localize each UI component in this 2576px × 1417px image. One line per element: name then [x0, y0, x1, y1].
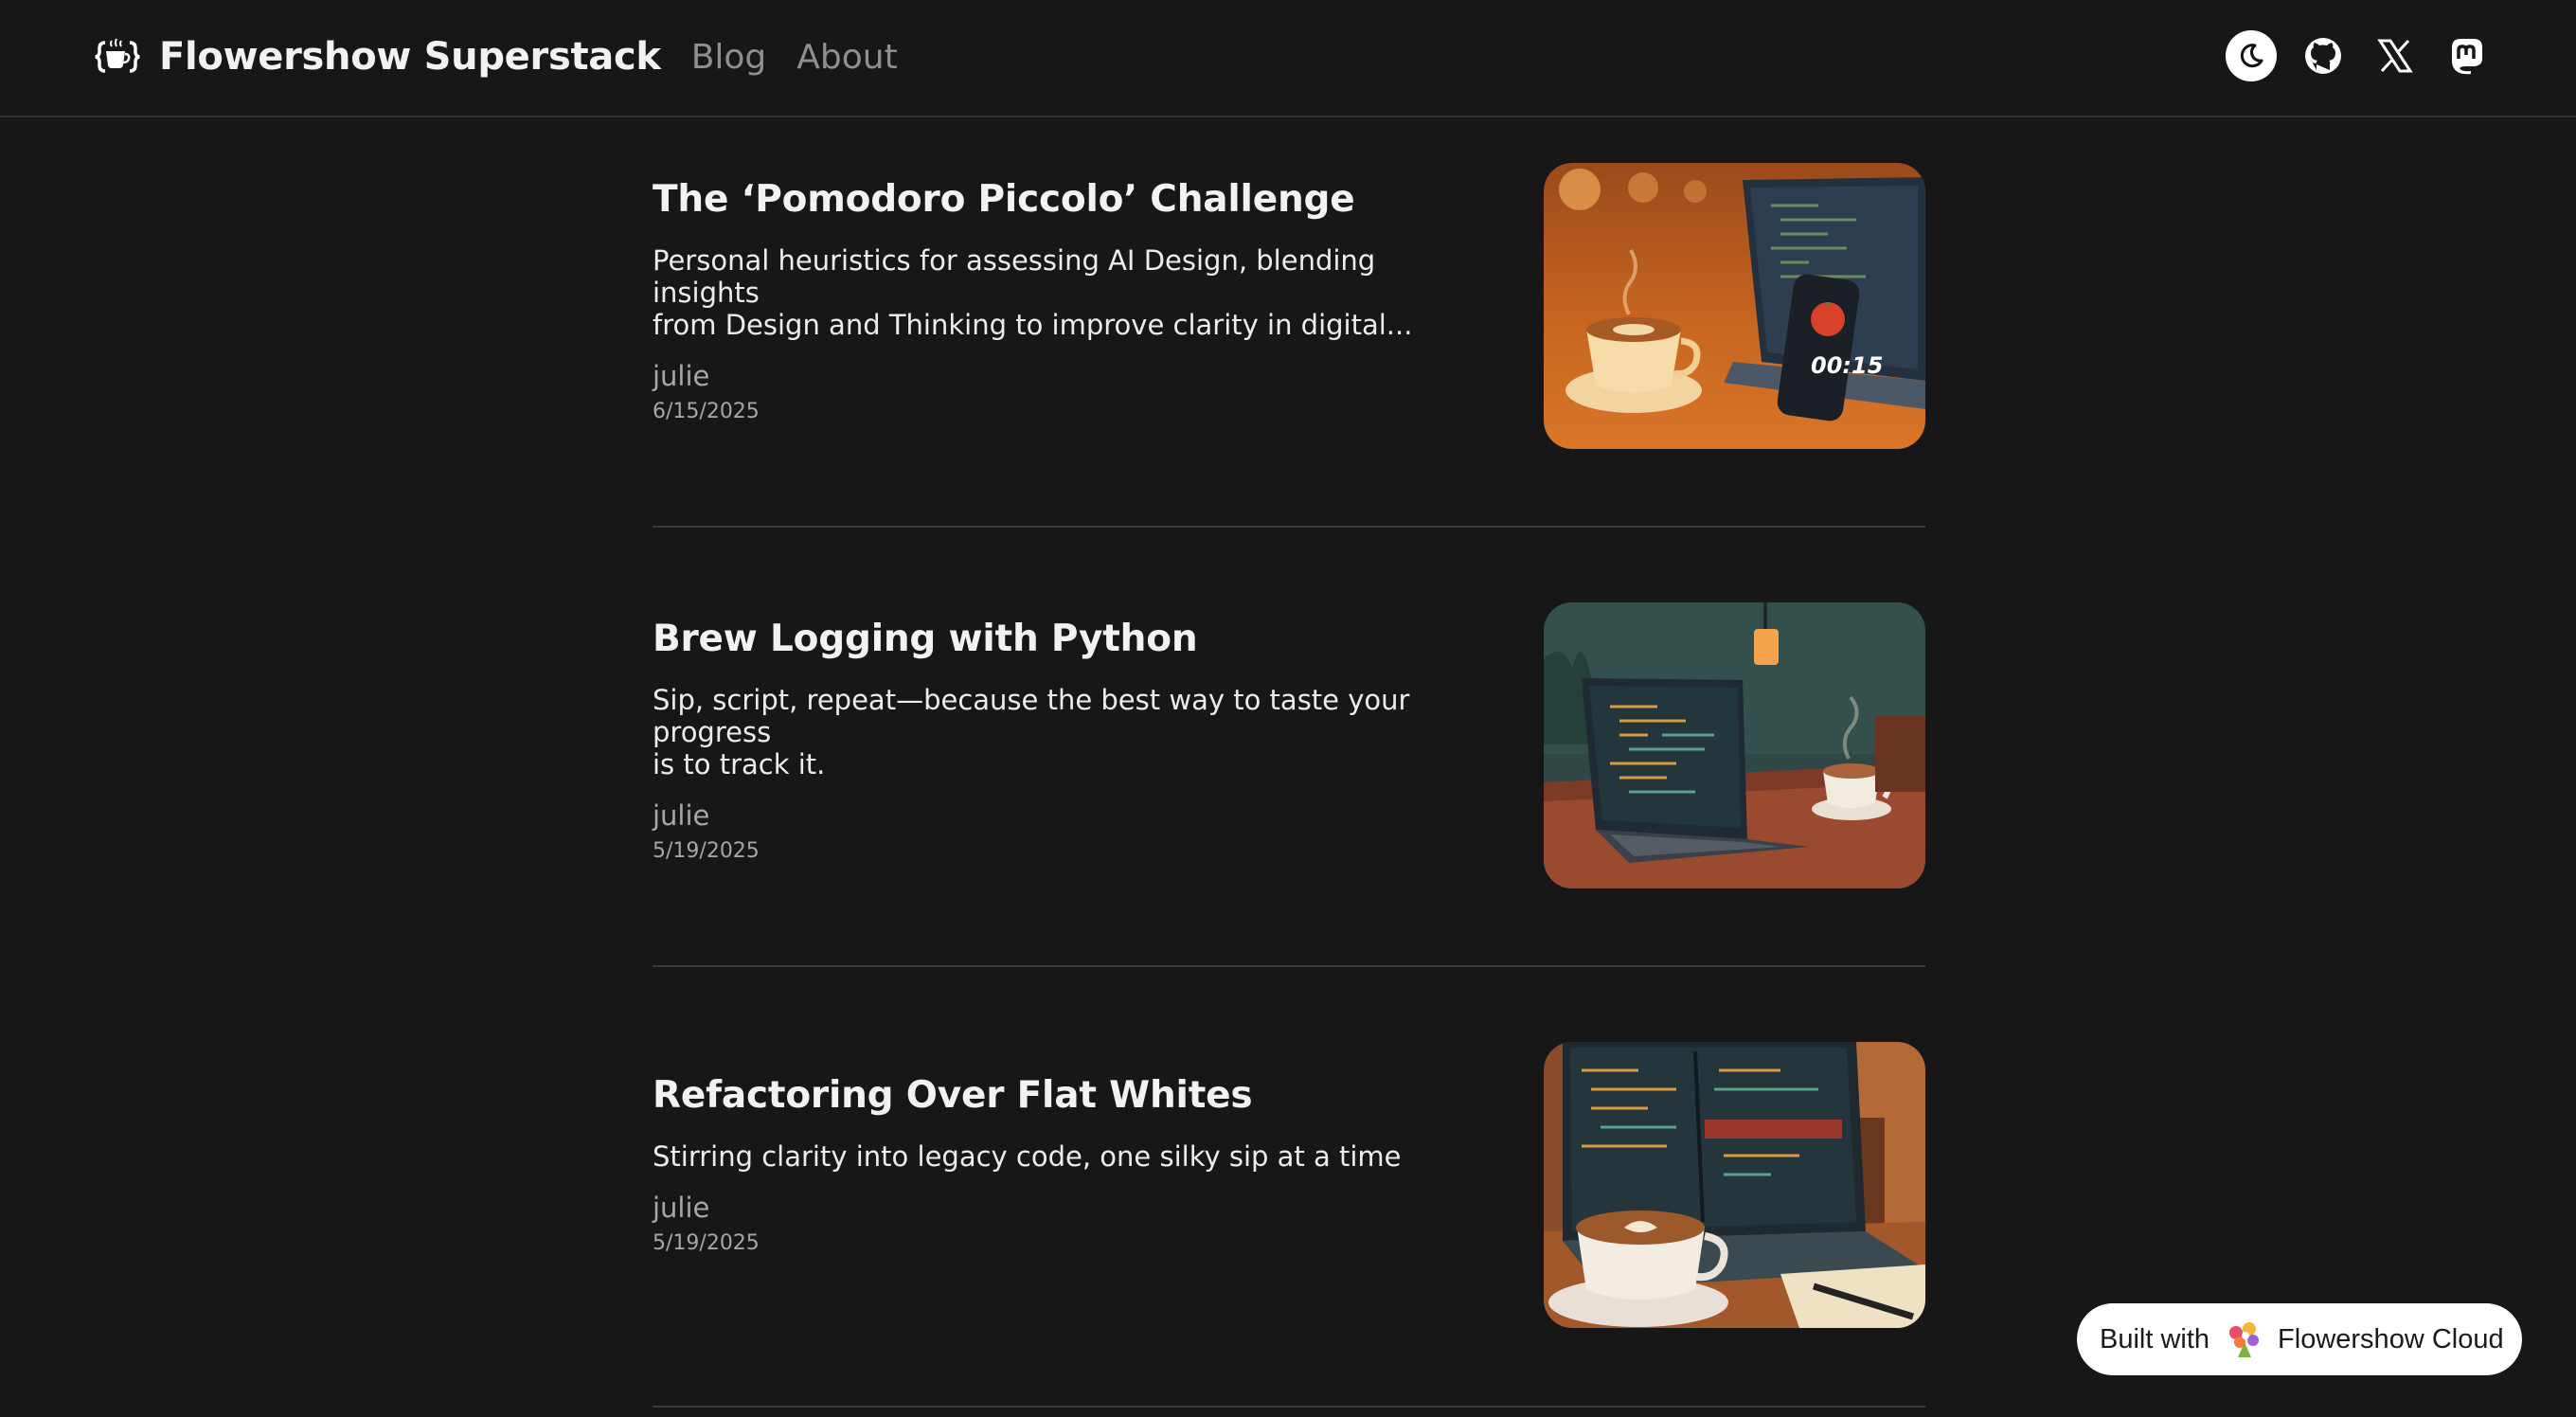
post-thumbnail[interactable] — [1544, 602, 1925, 888]
post-author: julie — [653, 1192, 710, 1224]
header-actions — [2226, 30, 2493, 81]
site-title[interactable]: Flowershow Superstack — [159, 35, 661, 79]
svg-text:00:15: 00:15 — [1811, 352, 1883, 379]
post-description: Stirring clarity into legacy code, one s… — [653, 1140, 1402, 1173]
github-icon[interactable] — [2298, 30, 2349, 81]
post-description: Sip, script, repeat—because the best way… — [653, 684, 1410, 780]
post-thumbnail[interactable] — [1544, 1042, 1925, 1328]
brand[interactable]: Flowershow Superstack Blog About — [93, 28, 898, 85]
post-card[interactable]: Refactoring Over Flat Whites Stirring cl… — [653, 1042, 1925, 1328]
post-author: julie — [653, 799, 710, 832]
mastodon-icon[interactable] — [2442, 30, 2493, 81]
divider — [653, 1406, 1925, 1408]
post-text: Brew Logging with Python Sip, script, re… — [653, 616, 1486, 863]
x-icon[interactable] — [2370, 30, 2421, 81]
post-author: julie — [653, 360, 710, 392]
post-date: 5/19/2025 — [653, 1231, 760, 1255]
post-text: Refactoring Over Flat Whites Stirring cl… — [653, 1072, 1486, 1255]
post-card[interactable]: The ‘Pomodoro Piccolo’ Challenge Persona… — [653, 163, 1925, 449]
moon-icon[interactable] — [2226, 30, 2277, 81]
built-with-badge[interactable]: Built with Flowershow Cloud — [2077, 1303, 2522, 1375]
post-thumbnail[interactable]: 00:15 — [1544, 163, 1925, 449]
post-date: 6/15/2025 — [653, 400, 760, 423]
post-title[interactable]: Brew Logging with Python — [653, 616, 1486, 663]
site-header: Flowershow Superstack Blog About — [0, 0, 2576, 117]
coffee-cup-braces-icon — [93, 32, 142, 81]
badge-prefix: Built with — [2100, 1323, 2210, 1354]
nav-blog[interactable]: Blog — [691, 38, 767, 77]
divider — [653, 965, 1925, 967]
post-title[interactable]: The ‘Pomodoro Piccolo’ Challenge — [653, 176, 1486, 224]
divider — [653, 526, 1925, 528]
badge-name: Flowershow Cloud — [2278, 1323, 2504, 1354]
post-card[interactable]: Brew Logging with Python Sip, script, re… — [653, 602, 1925, 888]
post-text: The ‘Pomodoro Piccolo’ Challenge Persona… — [653, 176, 1486, 423]
bouquet-icon — [2225, 1319, 2264, 1359]
nav-about[interactable]: About — [796, 38, 897, 77]
post-title[interactable]: Refactoring Over Flat Whites — [653, 1072, 1486, 1120]
post-description: Personal heuristics for assessing AI Des… — [653, 244, 1413, 341]
post-date: 5/19/2025 — [653, 839, 760, 863]
